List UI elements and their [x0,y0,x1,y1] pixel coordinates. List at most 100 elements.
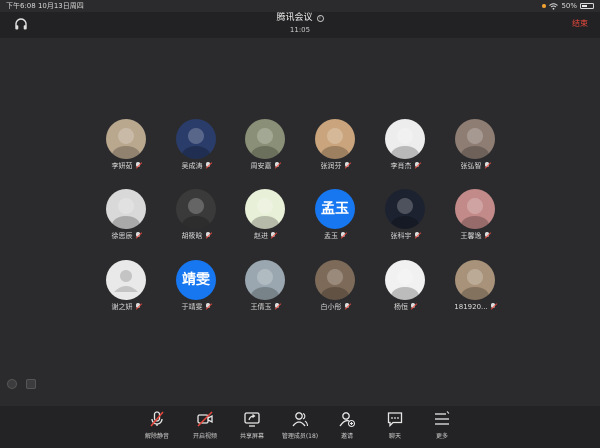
participant-name-row: 谢之妍 [94,302,158,312]
participant-name-row: 张科宇 [373,231,437,241]
mic-muted-icon [484,162,490,169]
participant-avatar: 孟玉 [315,189,355,229]
participant-name: 王倩玉 [250,303,272,311]
participant-name: 胡筱晗 [181,232,203,240]
participant-tile[interactable]: 李妍茹 [94,119,158,171]
participant-name-row: 赵进 [233,231,297,241]
toolbar-label: 开启视频 [192,433,217,440]
more-icon [435,411,450,425]
mic-muted-icon [414,232,420,239]
participant-tile[interactable]: 李肖杰 [373,119,437,171]
participant-name-row: 胡筱晗 [164,231,228,241]
mic-muted-icon [135,232,141,239]
participant-name: 吴成涛 [181,162,203,170]
participant-name-row: 李肖杰 [373,161,437,171]
participant-name-row: 杨恒 [373,302,437,312]
mic-muted-icon [344,303,350,310]
participant-avatar [176,119,216,159]
participant-tile[interactable]: 徐思辰 [94,189,158,241]
participant-tile[interactable]: 白小彤 [303,260,367,312]
participant-avatar [455,260,495,300]
participant-tile[interactable]: 王馨逸 [443,189,507,241]
meeting-toolbar: 解除静音 开启视频 共享屏幕 管理成员(18) 邀请 聊天 更多 [0,406,600,448]
participant-name: 徐思辰 [111,232,133,240]
participant-tile[interactable]: 赵进 [233,189,297,241]
participant-name: 张弘智 [460,162,482,170]
video-off-icon [197,411,213,427]
participant-name: 谢之妍 [111,303,133,311]
participant-avatar [385,189,425,229]
toolbar-label: 聊天 [388,433,401,440]
participant-tile[interactable]: 靖雯 于靖雯 [164,260,228,312]
mic-muted-icon [410,303,416,310]
participant-grid: 李妍茹 吴成涛 周安嘉 张润芬 李肖杰 张弘智 徐思辰 胡筱晗 赵进 孟玉 孟玉 张科宇 王馨逸 谢之妍靖… [0,0,600,448]
mic-muted-icon [135,303,141,310]
mic-muted-icon [205,303,211,310]
participant-tile[interactable]: 吴成涛 [164,119,228,171]
mic-muted-icon [340,232,346,239]
mic-muted-icon [490,303,496,310]
participant-name-row: 于靖雯 [164,302,228,312]
toolbar-mic-off-button[interactable]: 解除静音 [133,410,181,440]
participant-avatar [106,260,146,300]
participant-name-row: 吴成涛 [164,161,228,171]
members-icon [292,412,309,427]
participant-name: 张润芬 [320,162,342,170]
participant-avatar [176,189,216,229]
participant-avatar [315,260,355,300]
participant-name: 181920... [454,303,488,311]
participant-tile[interactable]: 张润芬 [303,119,367,171]
mic-muted-icon [205,162,211,169]
toolbar-label: 共享屏幕 [239,433,264,440]
participant-name-row: 张弘智 [443,161,507,171]
toolbar-members-button[interactable]: 管理成员(18) [276,410,324,440]
emoji-icon[interactable] [7,379,17,389]
participant-name: 周安嘉 [250,162,272,170]
participant-tile[interactable]: 王倩玉 [233,260,297,312]
toolbar-video-off-button[interactable]: 开启视频 [181,410,229,440]
toolbar-more-button[interactable]: 更多 [418,410,466,440]
participant-name-row: 王倩玉 [233,302,297,312]
toolbar-label: 管理成员(18) [281,433,319,440]
invite-icon [339,412,356,428]
participant-tile[interactable]: 181920... [443,260,507,312]
participant-tile[interactable]: 张弘智 [443,119,507,171]
participant-tile[interactable]: 孟玉 孟玉 [303,189,367,241]
mic-muted-icon [205,232,211,239]
participant-avatar [385,260,425,300]
share-screen-icon [244,412,260,427]
participant-name-row: 181920... [443,302,507,312]
toolbar-label: 邀请 [340,433,353,440]
participant-tile[interactable]: 谢之妍 [94,260,158,312]
participant-avatar [106,119,146,159]
participant-name-row: 周安嘉 [233,161,297,171]
participant-avatar [106,189,146,229]
mic-muted-icon [270,232,276,239]
mic-muted-icon [414,162,420,169]
mic-muted-icon [344,162,350,169]
participant-tile[interactable]: 杨恒 [373,260,437,312]
participant-avatar [455,189,495,229]
toolbar-invite-button[interactable]: 邀请 [323,410,371,440]
participant-tile[interactable]: 胡筱晗 [164,189,228,241]
toolbar-label: 更多 [435,433,448,440]
participant-name: 杨恒 [394,303,408,311]
toolbar-share-screen-button[interactable]: 共享屏幕 [228,410,276,440]
participant-avatar: 靖雯 [176,260,216,300]
toolbar-chat-button[interactable]: 聊天 [371,410,419,440]
participant-avatar [245,119,285,159]
participant-avatar [455,119,495,159]
participant-name: 赵进 [254,232,268,240]
participant-avatar [315,119,355,159]
mic-muted-icon [274,303,280,310]
participant-name-row: 白小彤 [303,302,367,312]
mic-muted-icon [484,232,490,239]
participant-name-row: 张润芬 [303,161,367,171]
participant-name: 白小彤 [320,303,342,311]
participant-name-row: 孟玉 [303,231,367,241]
participant-avatar [385,119,425,159]
subtitle-icon[interactable] [26,379,36,389]
participant-tile[interactable]: 周安嘉 [233,119,297,171]
participant-tile[interactable]: 张科宇 [373,189,437,241]
chat-icon [387,412,403,428]
